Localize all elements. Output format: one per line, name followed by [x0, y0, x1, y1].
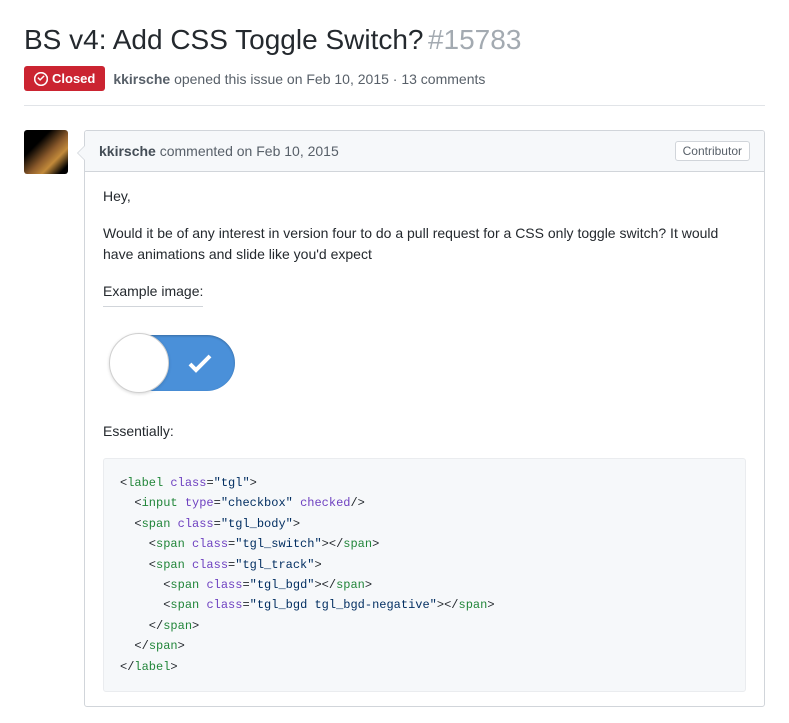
- role-badge: Contributor: [675, 141, 750, 161]
- opened-date: on Feb 10, 2015: [287, 71, 389, 87]
- comment-container: kkirsche commented on Feb 10, 2015 Contr…: [84, 130, 765, 707]
- issue-state-badge: Closed: [24, 66, 105, 91]
- closed-icon: [34, 72, 48, 86]
- issue-state-label: Closed: [52, 71, 95, 86]
- issue-number: #15783: [428, 24, 521, 55]
- toggle-knob: [109, 333, 169, 393]
- comment-author-link[interactable]: kkirsche: [99, 143, 156, 159]
- code-block: <label class="tgl"> <input type="checkbo…: [103, 458, 746, 692]
- comments-count: · 13 comments: [389, 71, 485, 87]
- greeting-text: Hey,: [103, 186, 746, 207]
- comment-header: kkirsche commented on Feb 10, 2015 Contr…: [85, 131, 764, 172]
- comment-header-left: kkirsche commented on Feb 10, 2015: [99, 143, 339, 159]
- toggle-switch: [111, 335, 235, 391]
- check-icon: [187, 353, 213, 373]
- issue-title-row: BS v4: Add CSS Toggle Switch? #15783: [24, 24, 765, 56]
- example-label: Example image:: [103, 281, 203, 307]
- issue-meta-text: kkirsche opened this issue on Feb 10, 20…: [113, 71, 485, 87]
- timeline: kkirsche commented on Feb 10, 2015 Contr…: [24, 130, 765, 707]
- essentially-label: Essentially:: [103, 421, 746, 442]
- comment-date: on Feb 10, 2015: [237, 143, 339, 159]
- body-paragraph: Would it be of any interest in version f…: [103, 223, 746, 265]
- avatar[interactable]: [24, 130, 68, 174]
- comment-body: Hey, Would it be of any interest in vers…: [85, 172, 764, 706]
- opened-prefix: opened this issue: [174, 71, 287, 87]
- example-label-wrap: Example image:: [103, 281, 746, 319]
- toggle-example-image: [111, 335, 746, 391]
- comment-action: commented: [156, 143, 237, 159]
- issue-author-link[interactable]: kkirsche: [113, 71, 170, 87]
- issue-meta-row: Closed kkirsche opened this issue on Feb…: [24, 66, 765, 106]
- issue-title: BS v4: Add CSS Toggle Switch?: [24, 24, 424, 55]
